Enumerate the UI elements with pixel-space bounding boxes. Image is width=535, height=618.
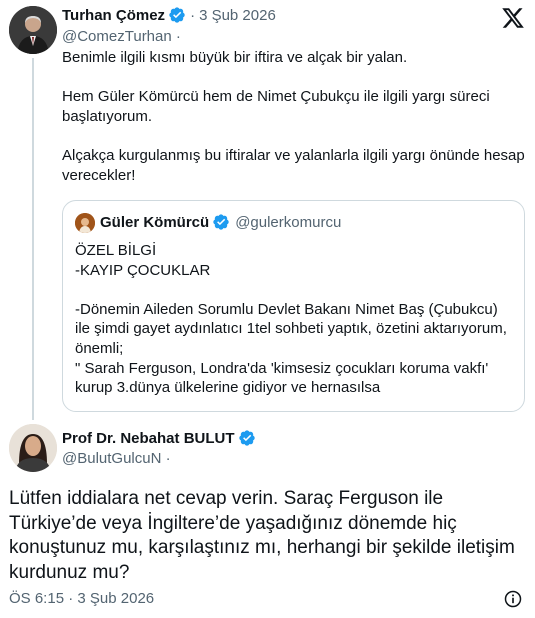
timestamp-separator: · [68, 590, 74, 607]
post-header: Turhan Çömez · 3 Şub 2026 [62, 6, 276, 24]
verified-badge-icon[interactable] [212, 213, 230, 231]
handle-separator: · [175, 28, 181, 45]
reply-header: Prof Dr. Nebahat BULUT [62, 429, 256, 447]
verified-badge-icon[interactable] [168, 6, 186, 24]
verified-badge-icon[interactable] [238, 429, 256, 447]
reply-handle-separator: · [165, 450, 171, 467]
turhan-comez-portrait [9, 6, 57, 54]
post-date[interactable]: 3 Şub 2026 [199, 7, 276, 24]
post-paragraph-1: Benimle ilgili kısmı büyük bir iftira ve… [62, 49, 408, 66]
thread-connector-line [32, 58, 34, 420]
info-icon[interactable] [503, 589, 523, 609]
quoted-author-handle[interactable]: @gulerkomurcu [235, 214, 341, 231]
header-separator: · [190, 6, 196, 24]
author-name[interactable]: Turhan Çömez [62, 7, 165, 24]
quoted-line-1: ÖZEL BİLGİ [75, 242, 157, 259]
quoted-post-text: ÖZEL BİLGİ -KAYIP ÇOCUKLAR -Dönemin Aile… [75, 241, 515, 398]
guler-komurcu-avatar[interactable] [75, 213, 95, 233]
quoted-post-header: Güler Kömürcü @gulerkomurcu [100, 213, 341, 231]
reply-author-handle[interactable]: @BulutGulcuN [62, 450, 161, 467]
reply-handle-line: @BulutGulcuN · [62, 450, 171, 467]
author-handle-line: @ComezTurhan · [62, 28, 181, 45]
quoted-line-2: -KAYIP ÇOCUKLAR [75, 261, 211, 279]
guler-komurcu-portrait [75, 213, 95, 233]
reply-timestamp[interactable]: ÖS 6:15 · 3 Şub 2026 [9, 590, 154, 607]
quoted-author-name[interactable]: Güler Kömürcü [100, 214, 209, 231]
author-handle[interactable]: @ComezTurhan [62, 28, 172, 45]
post-text: Benimle ilgili kısmı büyük bir iftira ve… [62, 48, 526, 186]
nebahat-bulut-avatar[interactable] [9, 424, 57, 472]
reply-date: 3 Şub 2026 [77, 590, 155, 607]
quoted-post-card[interactable]: Güler Kömürcü @gulerkomurcu ÖZEL BİLGİ -… [62, 200, 525, 412]
nebahat-bulut-portrait [9, 424, 57, 472]
reply-author-name[interactable]: Prof Dr. Nebahat BULUT [62, 430, 235, 447]
post-paragraph-2: Hem Güler Kömürcü hem de Nimet Çubukçu i… [62, 88, 490, 126]
reply-text: Lütfen iddialara net cevap verin. Saraç … [9, 488, 515, 583]
x-logo-icon[interactable] [500, 6, 526, 30]
quoted-line-4: " Sarah Ferguson, Londra'da 'kimsesiz ço… [75, 359, 489, 397]
quoted-line-3: -Dönemin Aileden Sorumlu Devlet Bakanı N… [75, 300, 507, 357]
turhan-comez-avatar[interactable] [9, 6, 57, 54]
reply-time: ÖS 6:15 [9, 590, 65, 607]
post-paragraph-3: Alçakça kurgulanmış bu iftiralar ve yala… [62, 147, 525, 185]
